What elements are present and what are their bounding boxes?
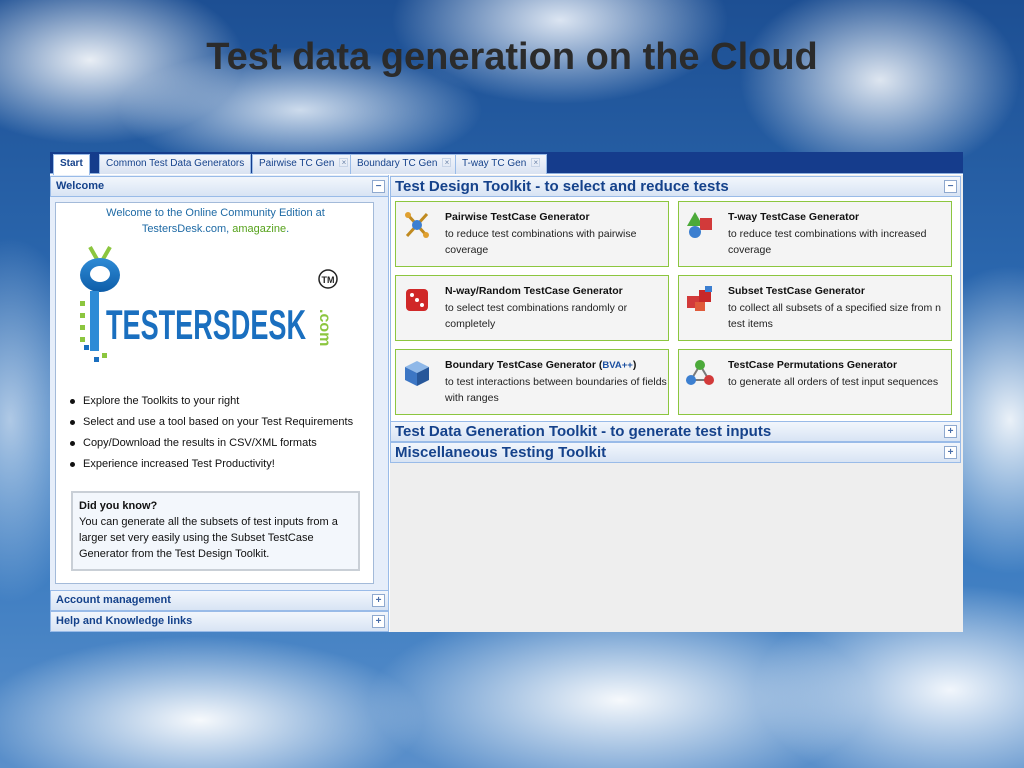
expand-icon[interactable]: + xyxy=(372,615,385,628)
pairwise-generator-card[interactable]: Pairwise TestCase Generator to reduce te… xyxy=(395,201,669,267)
miscellaneous-testing-toolkit-header[interactable]: Miscellaneous Testing Toolkit + xyxy=(390,442,961,463)
pairwise-icon xyxy=(405,212,429,238)
welcome-panel-body: Welcome to the Online Community Edition … xyxy=(55,202,374,584)
tab-boundary-tc-gen[interactable]: Boundary TC Gen × xyxy=(350,154,459,174)
expand-icon[interactable]: + xyxy=(944,446,957,459)
tab-label: Boundary TC Gen xyxy=(357,158,438,169)
welcome-line: Welcome to the Online Community Edition … xyxy=(106,207,325,219)
section-title: Test Data Generation Toolkit - to genera… xyxy=(395,423,772,440)
help-knowledge-header[interactable]: Help and Knowledge links + xyxy=(50,611,389,632)
bva-tag: BVA++ xyxy=(602,360,633,371)
slide-title: Test data generation on the Cloud xyxy=(206,36,818,78)
tab-label: Pairwise TC Gen xyxy=(259,158,335,169)
close-tab-icon[interactable]: × xyxy=(531,158,541,167)
list-item: Select and use a tool based on your Test… xyxy=(68,412,373,433)
permutations-generator-card[interactable]: TestCase Permutations Generator to gener… xyxy=(678,349,952,415)
close-tab-icon[interactable]: × xyxy=(339,158,349,167)
logo-wordmark: TESTERSDESK xyxy=(106,301,306,348)
welcome-panel-header[interactable]: Welcome − xyxy=(50,176,389,197)
section-title: Miscellaneous Testing Toolkit xyxy=(395,444,607,461)
toolkit-app-window: Start Common Test Data Generators Pairwi… xyxy=(50,152,963,632)
t-way-generator-card[interactable]: T-way TestCase Generator to reduce test … xyxy=(678,201,952,267)
did-you-know-title: Did you know? xyxy=(79,500,158,512)
account-header-label: Account management xyxy=(56,594,171,606)
list-item: Explore the Toolkits to your right xyxy=(68,391,373,412)
welcome-message: Welcome to the Online Community Edition … xyxy=(56,205,375,237)
tab-t-way-tc-gen[interactable]: T-way TC Gen × xyxy=(455,154,548,174)
logo-com: .com xyxy=(316,309,333,346)
dice-icon xyxy=(406,289,428,311)
card-title: N-way/Random TestCase Generator xyxy=(445,285,623,297)
card-description: to test interactions between boundaries … xyxy=(445,376,667,404)
welcome-header-label: Welcome xyxy=(56,180,105,192)
card-title: Boundary TestCase Generator (BVA++) xyxy=(445,357,667,374)
subset-generator-card[interactable]: Subset TestCase Generator to collect all… xyxy=(678,275,952,341)
collapse-icon[interactable]: − xyxy=(944,180,957,193)
tab-bar: Start Common Test Data Generators Pairwi… xyxy=(50,152,963,175)
tab-common-test-data-generators[interactable]: Common Test Data Generators xyxy=(99,154,252,174)
list-item: Copy/Download the results in CSV/XML for… xyxy=(68,433,373,454)
card-description: to reduce test combinations with increas… xyxy=(728,228,927,256)
card-description: to collect all subsets of a specified si… xyxy=(728,302,942,330)
tab-start[interactable]: Start xyxy=(53,154,90,175)
section-title: Test Design Toolkit - to select and redu… xyxy=(395,178,729,195)
tab-label: Common Test Data Generators xyxy=(106,158,245,169)
feature-list: Explore the Toolkits to your right Selec… xyxy=(68,391,373,475)
boundary-generator-card[interactable]: Boundary TestCase Generator (BVA++) to t… xyxy=(395,349,669,415)
close-tab-icon[interactable]: × xyxy=(442,158,452,167)
test-design-toolkit-header[interactable]: Test Design Toolkit - to select and redu… xyxy=(390,176,961,197)
collapse-icon[interactable]: − xyxy=(372,180,385,193)
welcome-site-link[interactable]: TestersDesk.com, xyxy=(142,223,232,235)
n-way-random-generator-card[interactable]: N-way/Random TestCase Generator to selec… xyxy=(395,275,669,341)
card-title: Pairwise TestCase Generator xyxy=(445,211,590,223)
did-you-know-text: You can generate all the subsets of test… xyxy=(79,516,338,560)
card-title: TestCase Permutations Generator xyxy=(728,359,898,371)
card-title: T-way TestCase Generator xyxy=(728,211,860,223)
tab-label: T-way TC Gen xyxy=(462,158,527,169)
cube-icon xyxy=(405,361,429,386)
test-data-generation-toolkit-header[interactable]: Test Data Generation Toolkit - to genera… xyxy=(390,421,961,442)
molecule-icon xyxy=(686,360,714,385)
card-title-end: ) xyxy=(632,359,637,371)
welcome-period: . xyxy=(286,223,290,235)
card-title-text: Boundary TestCase Generator ( xyxy=(445,359,603,371)
card-description: to reduce test combinations with pairwis… xyxy=(445,228,637,256)
did-you-know-box: Did you know? You can generate all the s… xyxy=(71,491,360,571)
blocks-icon xyxy=(687,286,712,311)
card-description: to generate all orders of test input seq… xyxy=(728,376,939,388)
left-sidebar: Welcome − Welcome to the Online Communit… xyxy=(50,175,389,632)
trademark-mark: TM xyxy=(322,275,335,285)
amagazine-link[interactable]: amagazine xyxy=(232,223,286,235)
shapes-icon xyxy=(687,212,712,238)
test-design-toolkit-body: Pairwise TestCase Generator to reduce te… xyxy=(390,197,961,426)
expand-icon[interactable]: + xyxy=(944,425,957,438)
help-header-label: Help and Knowledge links xyxy=(56,615,193,627)
toolkit-area: Test Design Toolkit - to select and redu… xyxy=(390,175,963,632)
expand-icon[interactable]: + xyxy=(372,594,385,607)
tab-pairwise-tc-gen[interactable]: Pairwise TC Gen × xyxy=(252,154,356,174)
testersdesk-logo: TESTERSDESK .com TM xyxy=(80,246,338,362)
tab-label: Start xyxy=(60,158,83,169)
account-management-header[interactable]: Account management + xyxy=(50,590,389,611)
card-title: Subset TestCase Generator xyxy=(728,285,865,297)
card-description: to select test combinations randomly or … xyxy=(445,302,628,330)
list-item: Experience increased Test Productivity! xyxy=(68,454,373,475)
